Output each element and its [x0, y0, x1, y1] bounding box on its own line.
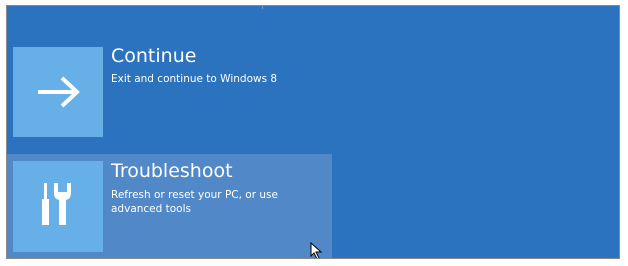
troubleshoot-tile[interactable]: [13, 161, 103, 252]
tools-icon: [42, 183, 71, 225]
continue-description: Exit and continue to Windows 8: [111, 73, 278, 85]
troubleshoot-description: Refresh or reset your PC, or use advance…: [111, 189, 278, 215]
top-tick: [262, 6, 263, 9]
arrow-right-icon: [38, 76, 80, 108]
boot-options-screen: Continue Exit and continue to Windows 8 …: [7, 6, 619, 258]
troubleshoot-option[interactable]: Troubleshoot Refresh or reset your PC, o…: [7, 154, 332, 258]
mouse-cursor-icon: [310, 242, 323, 258]
continue-option[interactable]: Continue Exit and continue to Windows 8: [7, 40, 332, 140]
continue-title: Continue: [111, 45, 197, 67]
continue-tile[interactable]: [13, 47, 103, 137]
troubleshoot-title: Troubleshoot: [111, 160, 233, 182]
